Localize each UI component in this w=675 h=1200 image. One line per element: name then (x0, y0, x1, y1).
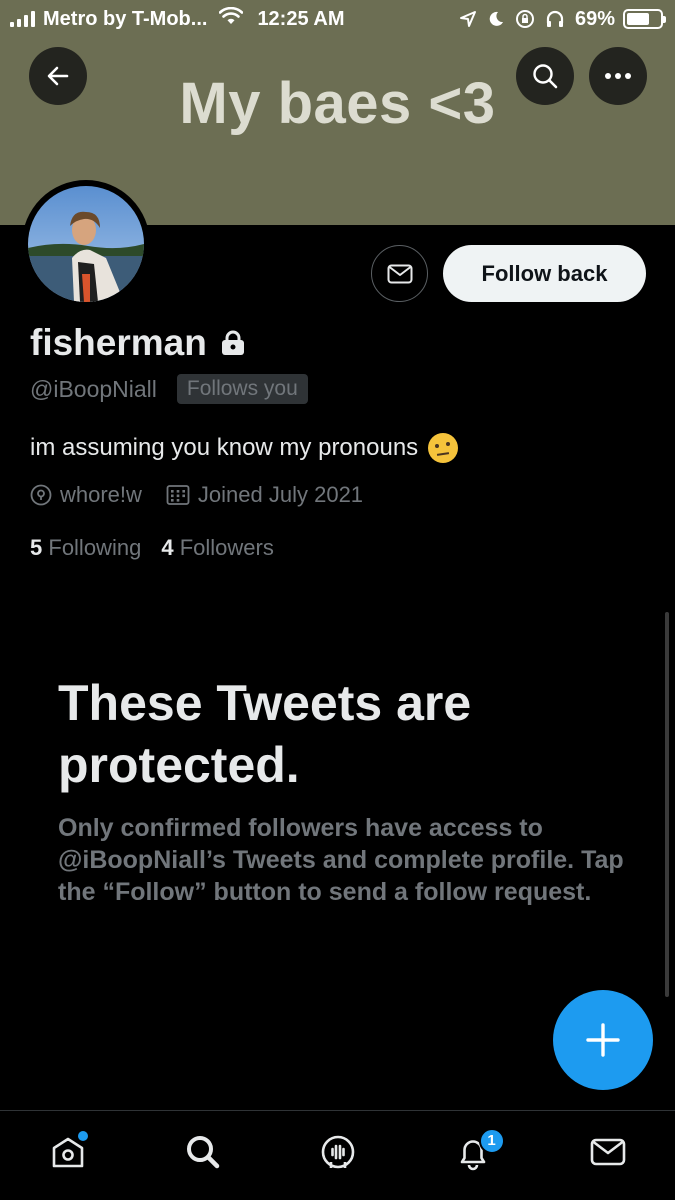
handle-row: @iBoopNiall Follows you (30, 374, 308, 404)
nav-messages[interactable] (578, 1122, 638, 1182)
arrow-left-icon (47, 66, 69, 86)
plus-icon (586, 1023, 620, 1057)
banner-text: My baes <3 (179, 71, 496, 136)
back-button[interactable] (29, 47, 87, 105)
spaces-icon (321, 1135, 354, 1168)
battery-icon (623, 9, 666, 29)
followers-count: 4 (161, 535, 174, 560)
rotation-lock-icon (515, 10, 534, 28)
scrollbar[interactable] (665, 612, 669, 997)
bottom-nav: 1 (0, 1110, 675, 1200)
location-pin-icon (30, 484, 52, 506)
message-button[interactable] (371, 245, 428, 302)
handle: @iBoopNiall (30, 375, 157, 402)
status-bar: Metro by T-Mob... 12:25 AM 69% (0, 0, 675, 38)
more-button[interactable] (589, 47, 647, 105)
avatar[interactable] (22, 180, 150, 308)
following-link[interactable]: 5 Following (30, 535, 141, 561)
protected-body: Only confirmed followers have access to … (58, 814, 624, 906)
signal-icon (10, 11, 35, 27)
followers-label: Followers (179, 535, 274, 560)
followers-link[interactable]: 4 Followers (161, 535, 274, 561)
notification-badge: 1 (478, 1127, 505, 1154)
location-icon (459, 11, 476, 27)
follow-stats: 5 Following 4 Followers (30, 535, 274, 561)
joined-text: Joined July 2021 (197, 482, 364, 507)
battery-level (627, 13, 650, 25)
name-row: fisherman (30, 322, 247, 364)
battery-percent: 69% (574, 7, 615, 30)
carrier-name: Metro by T-Mob... (43, 7, 208, 30)
follows-you-badge: Follows you (176, 374, 308, 404)
moon-icon (489, 11, 503, 26)
nav-search[interactable] (173, 1122, 233, 1182)
nav-home[interactable] (38, 1122, 98, 1182)
clock: 12:25 AM (257, 7, 345, 30)
search-icon (533, 64, 558, 89)
bio: im assuming you know my pronouns (30, 433, 459, 463)
wifi-icon (219, 6, 244, 31)
unread-dot (77, 1130, 88, 1141)
location-text: whore!w (60, 482, 142, 507)
following-count: 5 (30, 535, 43, 560)
following-label: Following (48, 535, 142, 560)
raised-eyebrow-emoji (428, 433, 459, 463)
search-icon (186, 1135, 219, 1168)
avatar-photo (28, 186, 144, 302)
calendar-icon (166, 485, 190, 505)
nav-spaces[interactable] (308, 1122, 368, 1182)
display-name: fisherman (30, 322, 207, 363)
bio-text: im assuming you know my pronouns (30, 434, 419, 461)
headphones-icon (546, 10, 564, 27)
lock-icon (221, 330, 244, 355)
joined-date: Joined July 2021 (166, 482, 363, 508)
messages-icon (590, 1138, 625, 1165)
search-button[interactable] (516, 47, 574, 105)
more-icon (605, 73, 631, 79)
protected-title: These Tweets are protected. (58, 675, 472, 793)
nav-notifications[interactable]: 1 (443, 1122, 505, 1182)
compose-tweet-button[interactable] (553, 990, 653, 1090)
location: whore!w (30, 482, 142, 508)
mail-icon (387, 264, 412, 283)
follow-back-button[interactable]: Follow back (443, 245, 646, 302)
profile-meta: whore!w Joined July 2021 (30, 482, 387, 508)
